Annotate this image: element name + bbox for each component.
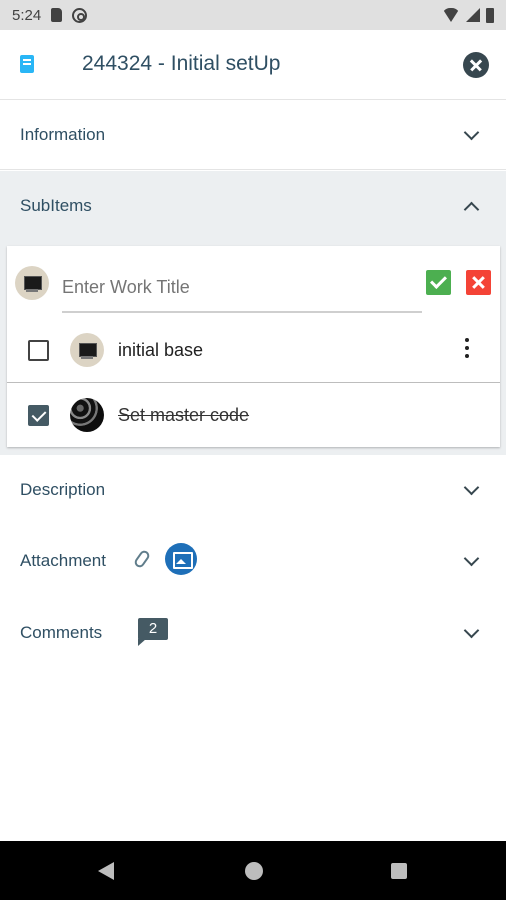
- recents-icon[interactable]: [391, 863, 407, 879]
- chevron-up-icon[interactable]: [463, 201, 480, 218]
- image-icon[interactable]: [165, 543, 197, 575]
- chevron-down-icon[interactable]: [463, 479, 480, 496]
- section-comments-label: Comments: [20, 623, 103, 642]
- work-title-input[interactable]: [62, 263, 422, 313]
- avatar: [70, 333, 104, 367]
- comment-count-badge: 2: [138, 618, 168, 646]
- back-icon[interactable]: [98, 862, 114, 880]
- page-title: 244324 - Initial setUp: [82, 52, 281, 75]
- section-description[interactable]: Description: [0, 455, 506, 525]
- subitem-checkbox[interactable]: [28, 340, 49, 361]
- battery-icon: [486, 7, 494, 23]
- status-time: 5:24: [12, 6, 42, 24]
- navigation-bar: [0, 841, 506, 900]
- paperclip-icon: [132, 548, 152, 570]
- cell-signal-icon: [466, 8, 480, 22]
- close-button[interactable]: [463, 52, 489, 78]
- chevron-down-icon[interactable]: [463, 124, 480, 141]
- list-item: Set master code: [7, 383, 500, 447]
- section-subitems[interactable]: SubItems: [0, 171, 506, 241]
- section-information-label: Information: [20, 125, 106, 144]
- wifi-icon: [442, 8, 460, 22]
- subitem-label: initial base: [118, 340, 204, 360]
- chevron-down-icon[interactable]: [463, 622, 480, 639]
- more-options-button[interactable]: [464, 338, 470, 362]
- confirm-button[interactable]: [426, 270, 451, 295]
- section-description-label: Description: [20, 480, 106, 499]
- list-item: initial base: [7, 318, 500, 382]
- cancel-button[interactable]: [466, 270, 491, 295]
- section-subitems-label: SubItems: [20, 196, 92, 215]
- avatar: [15, 266, 49, 300]
- section-information[interactable]: Information: [0, 100, 506, 170]
- chevron-down-icon[interactable]: [463, 550, 480, 567]
- section-comments[interactable]: Comments 2: [0, 598, 506, 668]
- header: 244324 - Initial setUp: [0, 30, 506, 100]
- subitem-checkbox[interactable]: [28, 405, 49, 426]
- section-attachment[interactable]: Attachment: [0, 526, 506, 596]
- subitems-card: initial base Set master code: [7, 246, 500, 447]
- section-attachment-label: Attachment: [20, 551, 106, 570]
- home-icon[interactable]: [245, 862, 263, 880]
- avatar: [70, 398, 104, 432]
- status-bar: 5:24: [0, 0, 506, 30]
- at-sign-icon: [72, 7, 88, 23]
- book-icon: [20, 55, 34, 73]
- subitem-label: Set master code: [118, 405, 250, 425]
- sd-card-icon: [51, 8, 63, 22]
